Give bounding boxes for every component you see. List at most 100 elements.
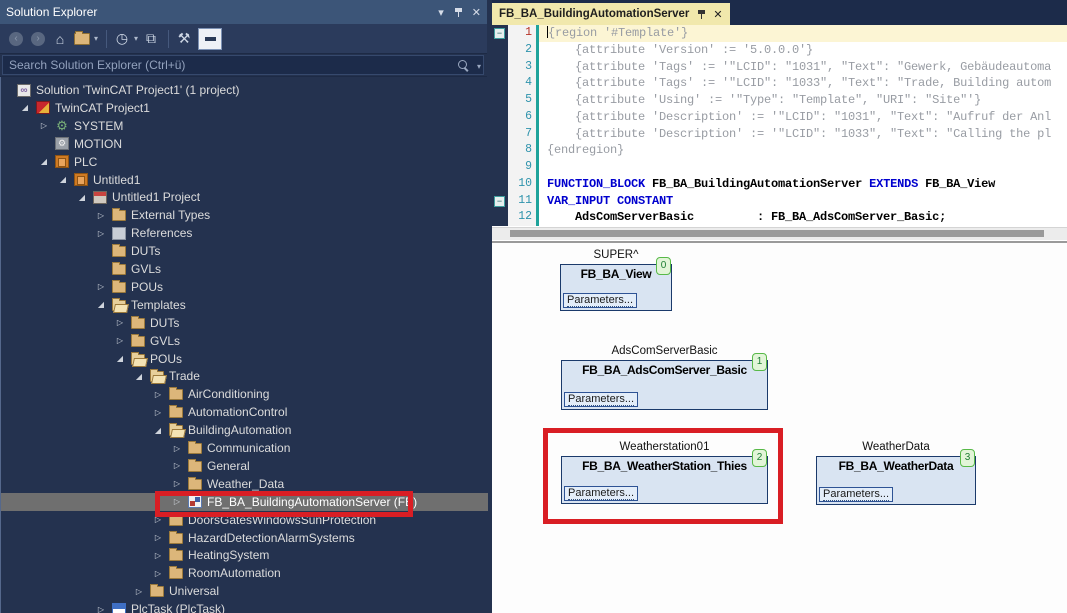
code-line[interactable]: 12 AdsComServerBasic : FB_BA_AdsComServe…	[492, 209, 1067, 226]
expander-collapsed-icon[interactable]: ▷	[153, 569, 163, 578]
tree-item[interactable]: ◢Templates	[1, 296, 488, 314]
code-line[interactable]: 7 {attribute 'Description' := '"LCID": "…	[492, 126, 1067, 143]
home-icon[interactable]: ⌂	[50, 29, 70, 49]
fold-collapse-icon[interactable]: −	[492, 25, 508, 42]
tree-item[interactable]: ▷PlcTask (PlcTask)	[1, 600, 488, 613]
parameters-button[interactable]: Parameters...	[564, 392, 638, 407]
preview-selected-items-toggle[interactable]	[198, 28, 222, 50]
expander-expanded-icon[interactable]: ◢	[153, 426, 163, 435]
tree-item[interactable]: ▷GVLs	[1, 332, 488, 350]
code-line[interactable]: −11VAR_INPUT CONSTANT	[492, 193, 1067, 210]
expander-collapsed-icon[interactable]: ▷	[172, 444, 182, 453]
scrollbar-thumb[interactable]	[510, 230, 1044, 237]
tree-item[interactable]: ▷External Types	[1, 206, 488, 224]
expander-collapsed-icon[interactable]: ▷	[172, 497, 182, 506]
tree-item[interactable]: ◢Untitled1 Project	[1, 188, 488, 206]
tree-item[interactable]: ▷AutomationControl	[1, 403, 488, 421]
code-line-text[interactable]: {attribute 'Description' := '"LCID": "10…	[539, 126, 1067, 143]
tree-item[interactable]: ◢Untitled1	[1, 171, 488, 189]
expander-collapsed-icon[interactable]: ▷	[115, 318, 125, 327]
code-line[interactable]: 4 {attribute 'Tags' := '"LCID": "1033", …	[492, 75, 1067, 92]
tab-close-icon[interactable]: ✕	[713, 8, 722, 21]
sync-folder-icon[interactable]	[72, 29, 92, 49]
expander-collapsed-icon[interactable]: ▷	[96, 211, 106, 220]
tree-item[interactable]: ▷DUTs	[1, 314, 488, 332]
expander-expanded-icon[interactable]: ◢	[96, 300, 106, 309]
tab-pin-icon[interactable]	[697, 9, 706, 20]
collapse-box-icon[interactable]: −	[494, 28, 505, 39]
fbd-block[interactable]: FB_BA_WeatherStation_ThiesParameters...	[561, 456, 768, 504]
expander-collapsed-icon[interactable]: ▷	[172, 479, 182, 488]
code-line-text[interactable]	[539, 159, 1067, 176]
code-line-text[interactable]: AdsComServerBasic : FB_BA_AdsComServer_B…	[539, 209, 1067, 226]
horizontal-scrollbar[interactable]	[492, 227, 1067, 240]
code-line-text[interactable]: {attribute 'Tags' := '"LCID": "1031", "T…	[539, 59, 1067, 76]
code-line[interactable]: 3 {attribute 'Tags' := '"LCID": "1031", …	[492, 59, 1067, 76]
code-line-text[interactable]: {attribute 'Description' := '"LCID": "10…	[539, 109, 1067, 126]
tree-item[interactable]: ▷RoomAutomation	[1, 564, 488, 582]
expander-collapsed-icon[interactable]: ▷	[96, 282, 106, 291]
tree-item[interactable]: ◢POUs	[1, 350, 488, 368]
code-line-text[interactable]: {attribute 'Tags' := '"LCID": "1033", "T…	[539, 75, 1067, 92]
expander-expanded-icon[interactable]: ◢	[134, 372, 144, 381]
search-input[interactable]: Search Solution Explorer (Ctrl+ü)	[2, 55, 484, 75]
tree-item[interactable]: ▷Universal	[1, 582, 488, 600]
code-line-text[interactable]: {endregion}	[539, 142, 1067, 159]
code-line-text[interactable]: FUNCTION_BLOCK FB_BA_BuildingAutomationS…	[539, 176, 1067, 193]
parameters-button[interactable]: Parameters...	[564, 486, 638, 501]
tree-item[interactable]: ▷HeatingSystem	[1, 546, 488, 564]
expander-collapsed-icon[interactable]: ▷	[39, 121, 49, 130]
forward-icon[interactable]: ›	[28, 29, 48, 49]
code-line-text[interactable]: {region '#Template'}	[539, 25, 1067, 42]
code-line[interactable]: 2 {attribute 'Version' := '5.0.0.0'}	[492, 42, 1067, 59]
sync-dropdown-icon[interactable]: ▾	[94, 34, 98, 43]
tree-item[interactable]: ◢TwinCAT Project1	[1, 99, 488, 117]
pin-icon[interactable]	[454, 7, 463, 18]
chevron-down-icon[interactable]: ▾	[438, 6, 444, 19]
expander-expanded-icon[interactable]: ◢	[39, 157, 49, 166]
expander-collapsed-icon[interactable]: ▷	[134, 587, 144, 596]
tree-item[interactable]: ▷AirConditioning	[1, 385, 488, 403]
parameters-button[interactable]: Parameters...	[563, 293, 637, 308]
close-icon[interactable]: ✕	[472, 6, 481, 19]
expander-collapsed-icon[interactable]: ▷	[153, 515, 163, 524]
code-line[interactable]: 8{endregion}	[492, 142, 1067, 159]
fold-collapse-icon[interactable]: −	[492, 193, 508, 210]
show-all-files-icon[interactable]: ⧉	[141, 29, 161, 49]
tree-item[interactable]: ⚙MOTION	[1, 135, 488, 153]
tree-item[interactable]: ◢BuildingAutomation	[1, 421, 488, 439]
tree-item[interactable]: ▷Communication	[1, 439, 488, 457]
parameters-button[interactable]: Parameters...	[819, 487, 893, 502]
back-icon[interactable]: ‹	[6, 29, 26, 49]
tree-item[interactable]: ▷FB_BA_BuildingAutomationServer (FB)	[1, 493, 488, 511]
code-line[interactable]: 6 {attribute 'Description' := '"LCID": "…	[492, 109, 1067, 126]
expander-expanded-icon[interactable]: ◢	[77, 193, 87, 202]
tree-item[interactable]: ◢PLC	[1, 153, 488, 171]
fbd-canvas[interactable]: SUPER^FB_BA_ViewParameters...0AdsComServ…	[492, 243, 1067, 613]
tree-item[interactable]: GVLs	[1, 260, 488, 278]
search-icon[interactable]	[458, 60, 467, 69]
code-line-text[interactable]: {attribute 'Version' := '5.0.0.0'}	[539, 42, 1067, 59]
code-line[interactable]: 9	[492, 159, 1067, 176]
tree-item[interactable]: ▷DoorsGatesWindowsSunProtection	[1, 511, 488, 529]
search-dropdown-icon[interactable]: ▾	[477, 62, 481, 71]
fbd-block[interactable]: FB_BA_WeatherDataParameters...	[816, 456, 976, 505]
tree-item[interactable]: ∞Solution 'TwinCAT Project1' (1 project)	[1, 81, 488, 99]
expander-collapsed-icon[interactable]: ▷	[153, 408, 163, 417]
expander-collapsed-icon[interactable]: ▷	[153, 551, 163, 560]
tree-item[interactable]: DUTs	[1, 242, 488, 260]
tree-item[interactable]: ▷⚙SYSTEM	[1, 117, 488, 135]
expander-collapsed-icon[interactable]: ▷	[96, 229, 106, 238]
expander-expanded-icon[interactable]: ◢	[115, 354, 125, 363]
code-editor[interactable]: −1{region '#Template'}2 {attribute 'Vers…	[492, 25, 1067, 227]
expander-collapsed-icon[interactable]: ▷	[172, 461, 182, 470]
document-tab[interactable]: FB_BA_BuildingAutomationServer ✕	[492, 3, 730, 25]
tree-item[interactable]: ▷POUs	[1, 278, 488, 296]
tree-item[interactable]: ▷HazardDetectionAlarmSystems	[1, 529, 488, 547]
expander-collapsed-icon[interactable]: ▷	[115, 336, 125, 345]
code-line-text[interactable]: {attribute 'Using' := '"Type": "Template…	[539, 92, 1067, 109]
tree-item[interactable]: ▷References	[1, 224, 488, 242]
pending-dropdown-icon[interactable]: ▾	[134, 34, 138, 43]
expander-collapsed-icon[interactable]: ▷	[153, 390, 163, 399]
code-line[interactable]: 5 {attribute 'Using' := '"Type": "Templa…	[492, 92, 1067, 109]
